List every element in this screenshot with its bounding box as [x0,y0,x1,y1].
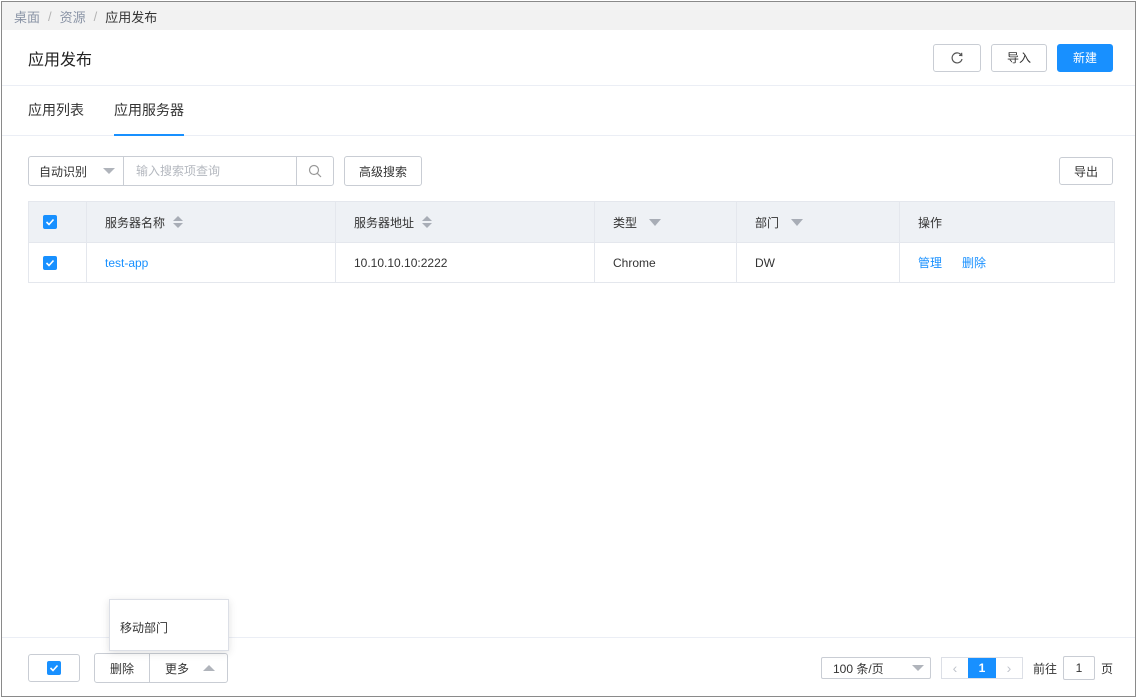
menu-item-move-department[interactable]: 移动部门 [120,619,168,636]
column-header-type-label: 类型 [613,215,638,230]
next-page-icon[interactable]: › [996,658,1022,678]
cell-type: Chrome [595,243,737,282]
search-icon [308,164,322,178]
row-select-cell [29,243,87,282]
table-row: test-app 10.10.10.10:2222 Chrome DW 管理 删… [29,242,1114,282]
search-mode-select[interactable]: 自动识别 [29,157,124,185]
refresh-icon [951,51,963,63]
new-button[interactable]: 新建 [1057,43,1113,72]
column-header-dept-label: 部门 [755,215,780,230]
cell-actions: 管理 删除 [900,243,1114,282]
header-actions: 导入 新建 [933,43,1113,72]
cell-address: 10.10.10.10:2222 [336,243,595,282]
column-header-name[interactable]: 服务器名称 [87,202,336,242]
goto-suffix: 页 [1100,661,1113,676]
goto-page-input[interactable] [1062,656,1095,680]
refresh-button[interactable] [933,43,981,72]
row-checkbox[interactable] [43,255,57,270]
page-size-select[interactable]: 100 条/页 [820,657,931,679]
filter-icon[interactable] [791,218,804,226]
more-menu-popover: 移动部门 [109,599,229,651]
server-table: 服务器名称 服务器地址 类型 部门 操作 test-app 10.10.10.1… [28,201,1115,283]
column-header-dept[interactable]: 部门 [737,202,900,242]
page-navigator: ‹ 1 › [940,657,1023,679]
breadcrumb-item-resources[interactable]: 资源 [60,7,86,26]
column-header-name-label: 服务器名称 [105,215,166,230]
caret-up-icon [203,665,216,671]
batch-action-group: 删除 更多 [94,653,228,683]
server-name-link[interactable]: test-app [105,256,148,270]
check-icon [49,664,59,672]
server-address: 10.10.10.10:2222 [354,255,448,270]
prev-page-icon[interactable]: ‹ [942,658,968,678]
cell-dept: DW [737,243,900,282]
goto-label: 前往 [1032,661,1057,676]
select-all-checkbox[interactable] [43,215,57,229]
page-header: 应用发布 导入 新建 [2,30,1135,86]
footer-checkbox[interactable] [47,661,61,675]
more-button[interactable]: 更多 [150,654,227,682]
column-header-address-label: 服务器地址 [354,215,415,230]
caret-down-icon [911,665,924,671]
advanced-search-button[interactable]: 高级搜索 [344,156,422,186]
search-mode-value: 自动识别 [39,164,88,179]
check-icon [45,218,55,226]
delete-link[interactable]: 删除 [962,254,986,271]
search-input[interactable] [124,157,296,185]
search-toolbar: 自动识别 高级搜索 导出 [2,156,1135,186]
search-button[interactable] [296,157,333,185]
caret-down-icon [103,168,115,174]
cell-name: test-app [87,243,336,282]
footer-select-all[interactable] [28,654,80,682]
app-window: 桌面 / 资源 / 应用发布 应用发布 导入 新建 应用列表 应用服务器 自动识… [1,1,1136,697]
tab-app-list[interactable]: 应用列表 [28,85,84,135]
server-type: Chrome [613,255,656,270]
export-button[interactable]: 导出 [1059,157,1113,185]
sort-icon[interactable] [422,216,433,228]
breadcrumb: 桌面 / 资源 / 应用发布 [2,2,1135,30]
breadcrumb-separator: / [48,8,52,24]
tab-bar: 应用列表 应用服务器 [2,86,1135,136]
column-header-actions: 操作 [900,202,1114,242]
breadcrumb-current: 应用发布 [105,9,158,25]
column-header-address[interactable]: 服务器地址 [336,202,595,242]
import-button[interactable]: 导入 [991,43,1047,72]
header-select-cell [29,202,87,242]
sort-icon[interactable] [173,216,184,228]
column-header-type[interactable]: 类型 [595,202,737,242]
tab-app-servers[interactable]: 应用服务器 [114,85,184,136]
column-header-actions-label: 操作 [918,215,943,230]
page-size-value: 100 条/页 [832,661,884,676]
breadcrumb-item-desktop[interactable]: 桌面 [14,7,40,26]
manage-link[interactable]: 管理 [918,254,942,271]
filter-icon[interactable] [649,218,662,226]
search-group: 自动识别 [28,156,334,186]
batch-delete-button[interactable]: 删除 [95,654,150,682]
pagination: 100 条/页 ‹ 1 › 前往 页 [820,656,1113,680]
table-header-row: 服务器名称 服务器地址 类型 部门 操作 [29,202,1114,242]
server-dept: DW [755,255,775,270]
check-icon [45,259,55,267]
page-title: 应用发布 [28,51,93,69]
more-button-label: 更多 [165,661,190,676]
breadcrumb-separator: / [93,8,98,24]
page-number-current[interactable]: 1 [967,658,996,678]
